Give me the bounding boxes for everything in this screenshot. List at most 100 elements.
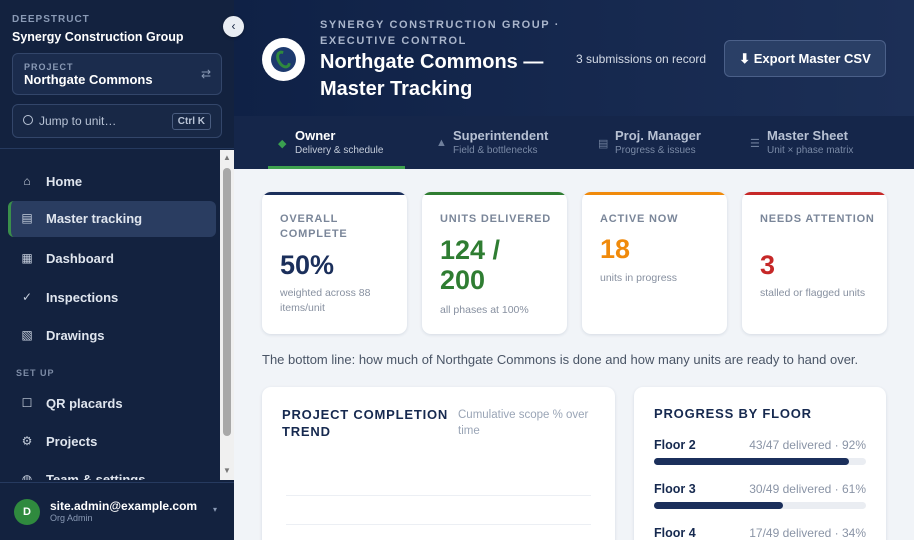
sidebar-item-projects[interactable]: ⚙ Projects (8, 424, 216, 460)
tab-sublabel: Delivery & schedule (295, 145, 384, 156)
kpi-label: ACTIVE NOW (600, 213, 679, 225)
project-name: Northgate Commons (24, 72, 153, 87)
jump-to-unit-input[interactable]: Jump to unit… Ctrl K (12, 104, 222, 138)
kpi-note: all phases at 100% (440, 304, 529, 316)
swap-icon: ⇄ (200, 67, 211, 81)
tab-project-manager[interactable]: ▤ Proj. Manager Progress & issues (588, 116, 723, 169)
floor-progress-fill (654, 458, 850, 465)
brand-name: DEEPSTRUCT (12, 14, 90, 25)
menu-icon: ☰ (750, 138, 760, 150)
tab-sublabel: Progress & issues (615, 145, 696, 156)
trend-subtitle: Cumulative scope % over time (458, 409, 589, 437)
submissions-count: 3 submissions on record (576, 52, 707, 66)
sidebar-item-dashboard[interactable]: ▦ Dashboard (8, 241, 216, 277)
kpi-label: UNITS DELIVERED (440, 213, 552, 225)
kpi-value: 50% (280, 250, 335, 280)
check-icon: ✓ (21, 290, 33, 304)
tab-label: Owner (295, 128, 336, 143)
trend-title: PROJECT COMPLETION TREND (282, 407, 449, 439)
kpi-note: stalled or flagged units (760, 287, 866, 299)
bottom-line-caption: The bottom line: how much of Northgate C… (262, 352, 859, 367)
kpi-accent-bar (262, 192, 407, 195)
progress-by-floor-card: PROGRESS BY FLOOR Floor 2 43/47 delivere… (634, 387, 886, 540)
floor-name: Floor 4 (654, 526, 696, 540)
avatar: D (14, 499, 40, 525)
logo-mark (271, 47, 296, 72)
scroll-thumb[interactable] (223, 168, 231, 436)
kpi-accent-bar (742, 192, 887, 195)
scroll-down-icon[interactable]: ▼ (223, 466, 231, 475)
company-logo (262, 38, 305, 81)
floor-card-title: PROGRESS BY FLOOR (654, 406, 812, 421)
sidebar-item-master-tracking[interactable]: ▤ Master tracking (8, 201, 216, 237)
floor-row: Floor 2 43/47 delivered · 92% (654, 438, 866, 478)
kpi-units-delivered: UNITS DELIVERED 124 / 200 all phases at … (422, 192, 567, 334)
page-header: SYNERGY CONSTRUCTION GROUP · EXECUTIVE C… (234, 0, 914, 116)
sidebar-item-home[interactable]: ⌂ Home (8, 164, 216, 200)
sidebar-item-label: Team & settings (46, 472, 146, 480)
completion-trend-card: PROJECT COMPLETION TREND Cumulative scop… (262, 387, 615, 540)
floor-name: Floor 2 (654, 438, 696, 452)
gear-icon: ⚙ (21, 434, 33, 448)
tab-label: Superintendent (453, 128, 549, 143)
drawings-icon: ▧ (21, 328, 33, 342)
project-label: PROJECT (24, 62, 74, 72)
sidebar-item-drawings[interactable]: ▧ Drawings (8, 318, 216, 354)
floor-progress-track (654, 502, 866, 509)
triangle-icon: ▲ (436, 137, 447, 149)
qr-icon: ☐ (21, 396, 33, 410)
kpi-value: 18 (600, 234, 631, 264)
setup-section-label: SET UP (16, 368, 55, 378)
collapse-sidebar-button[interactable]: ‹ (223, 16, 244, 37)
list-icon: ▤ (598, 138, 609, 150)
floor-row: Floor 3 30/49 delivered · 61% (654, 482, 866, 522)
sidebar-divider (0, 148, 234, 149)
floor-stat: 17/49 delivered · 34% (749, 526, 866, 540)
kpi-accent-bar (422, 192, 567, 195)
role-tabs: ◆ Owner Delivery & schedule ▲ Superinten… (234, 116, 914, 169)
chart-gridline (286, 524, 591, 525)
sidebar-item-label: Projects (46, 434, 98, 449)
floor-progress-track (654, 458, 866, 465)
sidebar-item-qr-placards[interactable]: ☐ QR placards (8, 386, 216, 422)
jump-placeholder: Jump to unit… (39, 114, 117, 128)
sidebar-item-label: Inspections (46, 290, 119, 305)
dashboard-icon: ▦ (21, 251, 33, 265)
team-icon: ◍ (21, 472, 33, 480)
kpi-note: units in progress (600, 272, 678, 284)
user-email: site.admin@example.com (50, 499, 198, 513)
tab-sublabel: Unit × phase matrix (767, 145, 854, 156)
sidebar-item-team-settings[interactable]: ◍ Team & settings (8, 462, 216, 480)
sidebar-item-label: Dashboard (46, 251, 114, 266)
project-selector[interactable]: PROJECT Northgate Commons ⇄ (12, 53, 222, 95)
sidebar-scrollbar[interactable]: ▲ ▼ (220, 150, 234, 480)
tab-label: Proj. Manager (615, 128, 701, 143)
floor-row: Floor 4 17/49 delivered · 34% (654, 526, 866, 540)
user-role: Org Admin (50, 513, 93, 523)
chart-gridline (286, 495, 591, 496)
kpi-accent-bar (582, 192, 727, 195)
tab-superintendent[interactable]: ▲ Superintendent Field & bottlenecks (426, 116, 576, 169)
home-icon: ⌂ (23, 174, 31, 188)
search-icon (23, 115, 33, 125)
sidebar-item-label: QR placards (46, 396, 123, 411)
tab-master-sheet[interactable]: ☰ Master Sheet Unit × phase matrix (740, 116, 890, 169)
tab-owner[interactable]: ◆ Owner Delivery & schedule (268, 116, 405, 169)
floor-stat: 43/47 delivered · 92% (749, 438, 866, 452)
sidebar-item-inspections[interactable]: ✓ Inspections (8, 280, 216, 316)
sidebar-item-label: Master tracking (46, 211, 143, 226)
kpi-note: weighted across 88 items/unit (280, 287, 371, 314)
kpi-active-now: ACTIVE NOW 18 units in progress (582, 192, 727, 334)
kpi-overall-complete: OVERALL COMPLETE 50% weighted across 88 … (262, 192, 407, 334)
org-name: Synergy Construction Group (12, 30, 184, 44)
floor-progress-fill (654, 502, 784, 509)
page-title: Northgate Commons — Master Tracking (320, 51, 544, 100)
user-menu[interactable]: D site.admin@example.com Org Admin ▾ (0, 482, 234, 540)
kpi-value: 3 (760, 250, 776, 280)
sidebar-item-label: Home (46, 174, 83, 189)
floor-name: Floor 3 (654, 482, 696, 496)
header-kicker: SYNERGY CONSTRUCTION GROUP · EXECUTIVE C… (320, 19, 560, 47)
tab-sublabel: Field & bottlenecks (453, 145, 538, 156)
scroll-up-icon[interactable]: ▲ (223, 153, 231, 162)
export-csv-button[interactable]: ⬇ Export Master CSV (724, 40, 886, 77)
